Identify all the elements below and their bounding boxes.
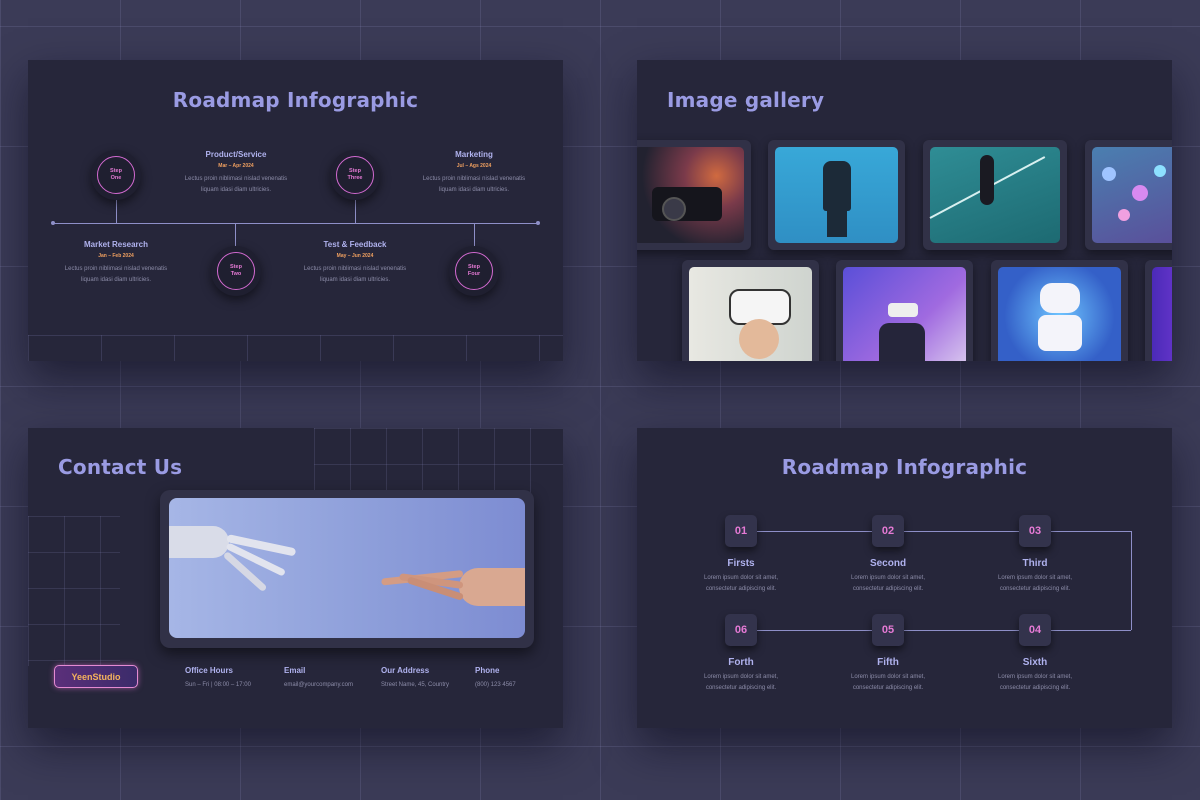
step-three-circle: Step Three <box>330 150 380 200</box>
contact-office-hours: Office Hours Sun – Fri | 08:00 – 17:00 <box>185 666 251 688</box>
timeline-tick <box>116 200 117 223</box>
step-label: Third <box>1022 558 1048 569</box>
slide-title: Roadmap Infographic <box>172 88 419 112</box>
contact-email: Email email@yourcompany.com <box>284 666 353 688</box>
gallery-card[interactable] <box>1085 140 1172 250</box>
person-on-court-photo <box>929 147 1060 243</box>
decorative-grid <box>314 428 563 498</box>
step-label: Forth <box>728 657 754 668</box>
slide-title: Contact Us <box>58 455 183 479</box>
phase-title: Test & Feedback <box>323 240 387 249</box>
step-number: Four <box>467 271 481 277</box>
step-label: Fifth <box>877 657 899 668</box>
phase-date: Mar – Apr 2024 <box>218 163 254 169</box>
step-description: Lorem ipsum dolor sit amet, consectetur a… <box>850 575 926 592</box>
timeline-line <box>53 223 538 224</box>
decorative-grid <box>28 335 563 361</box>
phase-date: Jul – Ags 2024 <box>456 163 492 169</box>
image-frame <box>160 490 534 648</box>
step-description: Lorem ipsum dolor sit amet, consectetur a… <box>997 575 1073 592</box>
step-four-circle: Step Four <box>449 246 499 296</box>
phase-description: Lectus proin niblimasi nislad venenatis … <box>184 176 288 193</box>
phase-title: Marketing <box>455 150 493 159</box>
gallery-card[interactable] <box>836 260 973 361</box>
contact-phone: Phone (800) 123 4567 <box>475 666 516 688</box>
robot-human-hands-photo <box>169 498 525 638</box>
phase-title: Market Research <box>83 240 149 249</box>
contact-value: Street Name, 45, Country <box>381 682 450 688</box>
contact-value: Sun – Fri | 08:00 – 17:00 <box>185 682 251 688</box>
gallery-card[interactable] <box>637 140 751 250</box>
step-description: Lorem ipsum dolor sit amet, consectetur a… <box>703 575 779 592</box>
step-label: Step <box>230 264 242 270</box>
gallery-card[interactable] <box>1145 260 1172 361</box>
vr-headset-man-photo <box>843 267 966 361</box>
molecule-model-photo <box>1092 147 1172 243</box>
slide-contact-us[interactable]: Contact Us YeenStudio Office Hours Sun –… <box>28 428 563 728</box>
toy-robot-photo <box>998 267 1121 361</box>
decorative-grid <box>28 516 120 666</box>
video-camera-photo <box>637 147 744 243</box>
phase-marketing: Marketing Jul – Ags 2024 Lectus proin ni… <box>419 150 529 196</box>
slide-title: Roadmap Infographic <box>781 455 1028 479</box>
step-description: Lorem ipsum dolor sit amet, consectetur a… <box>850 674 926 691</box>
phase-market-research: Market Research Jan – Feb 2024 Lectus pr… <box>61 240 171 286</box>
step-description: Lorem ipsum dolor sit amet, consectetur a… <box>997 674 1073 691</box>
gallery-card[interactable] <box>991 260 1128 361</box>
step-number-box: 02 <box>872 515 904 547</box>
contact-value: (800) 123 4567 <box>475 682 516 688</box>
step-label: Step <box>468 264 480 270</box>
contact-value[interactable]: email@yourcompany.com <box>284 682 353 688</box>
contact-heading: Office Hours <box>185 666 234 675</box>
slide-roadmap-steps[interactable]: Roadmap Infographic 01 02 03 Firsts Seco… <box>637 428 1172 728</box>
step-number: Two <box>230 271 242 277</box>
connector-line <box>1131 531 1132 630</box>
phase-date: May – Jun 2024 <box>336 253 374 259</box>
step-number-box: 06 <box>725 614 757 646</box>
slide-title: Image gallery <box>667 88 825 112</box>
contact-heading: Our Address <box>381 666 430 675</box>
step-one-circle: Step One <box>91 150 141 200</box>
phase-test-feedback: Test & Feedback May – Jun 2024 Lectus pr… <box>300 240 410 286</box>
step-two-circle: Step Two <box>211 246 261 296</box>
contact-heading: Email <box>284 666 306 675</box>
robot-hand-photo <box>775 147 898 243</box>
phase-description: Lectus proin niblimasi nislad venenatis … <box>303 266 407 283</box>
step-label: Firsts <box>727 558 755 569</box>
timeline-tick <box>474 224 475 247</box>
timeline-end-dot <box>536 221 540 225</box>
slide-roadmap-timeline[interactable]: Roadmap Infographic Step One Step Two Step… <box>28 60 563 361</box>
purple-edge-photo <box>1152 267 1172 361</box>
step-number-box: 05 <box>872 614 904 646</box>
gallery-card[interactable] <box>923 140 1067 250</box>
slide-image-gallery[interactable]: Image gallery <box>637 60 1172 361</box>
timeline-tick <box>355 200 356 223</box>
contact-heading: Phone <box>475 666 500 675</box>
vr-headset-child-photo <box>689 267 812 361</box>
step-label: Second <box>869 558 907 569</box>
connector-line <box>741 531 1131 532</box>
step-number-box: 03 <box>1019 515 1051 547</box>
phase-date: Jan – Feb 2024 <box>98 253 134 259</box>
brand-logo-button[interactable]: YeenStudio <box>54 665 138 688</box>
gallery-card[interactable] <box>682 260 819 361</box>
step-number-box: 01 <box>725 515 757 547</box>
timeline-start-dot <box>51 221 55 225</box>
step-number: Three <box>347 175 363 181</box>
connector-line <box>741 630 1131 631</box>
step-number: One <box>110 175 122 181</box>
timeline-tick <box>235 224 236 247</box>
step-number-box: 04 <box>1019 614 1051 646</box>
step-label: Step <box>349 168 361 174</box>
step-label: Step <box>110 168 122 174</box>
phase-title: Product/Service <box>205 150 267 159</box>
phase-product-service: Product/Service Mar – Apr 2024 Lectus pr… <box>181 150 291 196</box>
step-description: Lorem ipsum dolor sit amet, consectetur a… <box>703 674 779 691</box>
gallery-card[interactable] <box>768 140 905 250</box>
phase-description: Lectus proin niblimasi nislad venenatis … <box>422 176 526 193</box>
contact-address: Our Address Street Name, 45, Country <box>381 666 449 688</box>
phase-description: Lectus proin niblimasi nislad venenatis … <box>64 266 168 283</box>
step-label: Sixth <box>1022 657 1048 668</box>
